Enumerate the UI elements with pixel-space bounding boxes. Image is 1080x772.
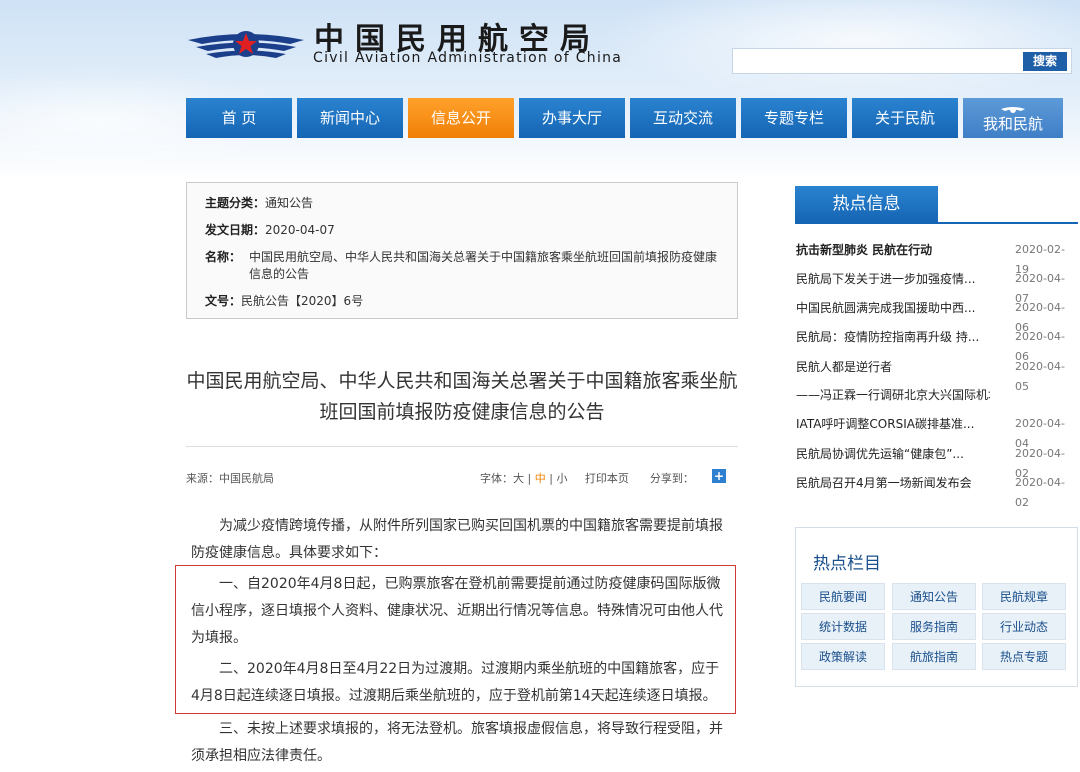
share-plus-icon[interactable]: + xyxy=(712,469,726,483)
search-input[interactable] xyxy=(732,48,1072,74)
search-button[interactable]: 搜索 xyxy=(1023,52,1067,71)
hot-info-item[interactable]: IATA呼吁调整CORSIA碳排基准... 2020-04-04 xyxy=(796,414,1076,450)
nav-news[interactable]: 新闻中心 xyxy=(297,98,403,138)
nav-interaction[interactable]: 互动交流 xyxy=(630,98,736,138)
info-category: 主题分类：通知公告 xyxy=(205,196,314,210)
site-title-en: Civil Aviation Administration of China xyxy=(313,50,623,66)
column-link[interactable]: 民航要闻 xyxy=(801,583,885,610)
divider xyxy=(186,446,738,447)
hot-info-item[interactable]: 民航局协调优先运输“健康包”... 2020-04-02 xyxy=(796,444,1076,480)
article-tools: 字体：大 | 中 | 小 打印本页 分享到： xyxy=(480,472,694,485)
info-docno: 文号：民航公告【2020】6号 xyxy=(205,294,364,308)
hot-info-item[interactable]: 民航局召开4月第一场新闻发布会 2020-04-02 xyxy=(796,473,1076,509)
column-link[interactable]: 航旅指南 xyxy=(892,643,976,670)
nav-topics[interactable]: 专题专栏 xyxy=(741,98,847,138)
font-size-label: 字体： xyxy=(480,472,513,485)
column-link[interactable]: 行业动态 xyxy=(982,613,1066,640)
hot-columns-title: 热点栏目 xyxy=(813,554,881,574)
font-large-link[interactable]: 大 xyxy=(513,472,524,485)
hot-info-item[interactable]: 民航局下发关于进一步加强疫情... 2020-04-07 xyxy=(796,269,1076,305)
info-date: 发文日期：2020-04-07 xyxy=(205,223,335,237)
nav-home[interactable]: 首 页 xyxy=(186,98,292,138)
hot-info-item[interactable]: 民航局：疫情防控指南再升级 持... 2020-04-06 xyxy=(796,327,1076,363)
hot-info-tab[interactable]: 热点信息 xyxy=(795,186,938,223)
nav-info-public[interactable]: 信息公开 xyxy=(408,98,514,138)
nav-services[interactable]: 办事大厅 xyxy=(519,98,625,138)
column-link[interactable]: 服务指南 xyxy=(892,613,976,640)
highlight-box xyxy=(175,565,736,714)
plane-icon xyxy=(1001,107,1025,113)
article-paragraph: 为减少疫情跨境传播，从附件所列国家已购买回国机票的中国籍旅客需要提前填报防疫健康… xyxy=(191,518,723,561)
hot-info-item[interactable]: 民航人都是逆行者 2020-04-05 xyxy=(796,357,1076,393)
column-link[interactable]: 统计数据 xyxy=(801,613,885,640)
main-nav: 首 页 新闻中心 信息公开 办事大厅 互动交流 专题专栏 关于民航 我和民航 xyxy=(186,98,1066,138)
column-link[interactable]: 热点专题 xyxy=(982,643,1066,670)
hot-columns-panel: 热点栏目 民航要闻 通知公告 民航规章 统计数据 服务指南 行业动态 政策解读 … xyxy=(795,527,1078,687)
print-link[interactable]: 打印本页 xyxy=(585,472,629,485)
article-source: 来源：中国民航局 xyxy=(186,472,274,485)
column-link[interactable]: 民航规章 xyxy=(982,583,1066,610)
hot-info-underline xyxy=(795,222,1078,224)
share-label: 分享到： xyxy=(649,472,694,485)
caac-logo-icon xyxy=(188,31,304,58)
column-link[interactable]: 通知公告 xyxy=(892,583,976,610)
hot-info-item[interactable]: 中国民航圆满完成我国援助中西... 2020-04-06 xyxy=(796,298,1076,334)
nav-me-and-caac-label: 我和民航 xyxy=(982,115,1043,133)
nav-about[interactable]: 关于民航 xyxy=(852,98,958,138)
font-small-link[interactable]: 小 xyxy=(556,472,567,485)
document-info-box: 主题分类：通知公告 发文日期：2020-04-07 名称： 中国民用航空局、中华… xyxy=(186,182,738,319)
info-name-value: 中国民用航空局、中华人民共和国海关总署关于中国籍旅客乘坐航班回国前填报防疫健康信… xyxy=(249,250,718,281)
font-mid-link[interactable]: 中 xyxy=(535,472,546,485)
hot-info-item[interactable]: 抗击新型肺炎 民航在行动 2020-02-19 xyxy=(796,240,1076,276)
info-name-label: 名称： xyxy=(205,250,242,264)
hot-info-item[interactable]: ——冯正霖一行调研北京大兴国际机场 xyxy=(796,385,1076,405)
column-link[interactable]: 政策解读 xyxy=(801,643,885,670)
article-title: 中国民用航空局、中华人民共和国海关总署关于中国籍旅客乘坐航班回国前填报防疫健康信… xyxy=(186,370,738,423)
nav-me-and-caac[interactable]: 我和民航 xyxy=(963,98,1063,138)
article-paragraph: 三、未按上述要求填报的，将无法登机。旅客填报虚假信息，将导致行程受阻，并须承担相… xyxy=(191,721,723,764)
